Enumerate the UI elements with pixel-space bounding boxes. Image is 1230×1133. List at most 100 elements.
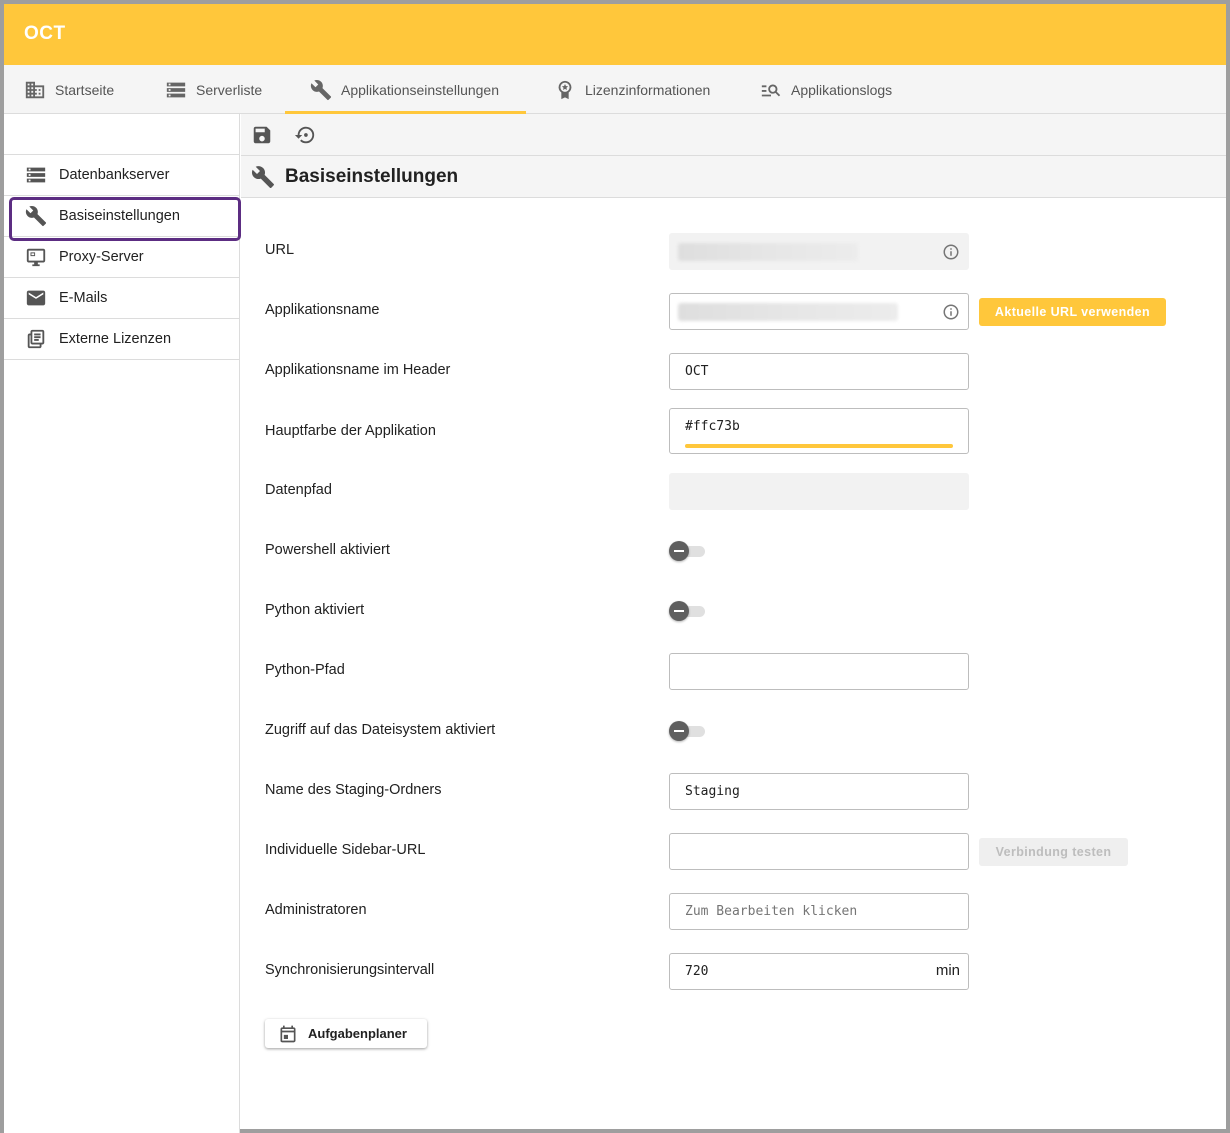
sidebar-item-basiseinstellungen[interactable]: Basiseinstellungen xyxy=(4,196,241,241)
scheduler-button[interactable]: Aufgabenplaner xyxy=(265,1019,427,1048)
document-icon xyxy=(27,329,45,349)
toggle-knob xyxy=(669,601,689,621)
sync-row: Synchronisierungsintervall min xyxy=(265,953,1205,990)
tab-lizenzinformationen[interactable]: Lizenzinformationen xyxy=(554,65,710,114)
data-path-label: Datenpfad xyxy=(265,482,332,498)
data-path-row: Datenpfad xyxy=(265,473,1205,510)
url-field[interactable] xyxy=(669,233,969,270)
python-path-row: Python-Pfad xyxy=(265,653,1205,690)
main-color-input[interactable] xyxy=(670,409,968,443)
python-path-field[interactable] xyxy=(669,653,969,690)
fs-access-toggle[interactable] xyxy=(669,721,707,741)
admins-input[interactable] xyxy=(670,894,968,929)
toggle-knob xyxy=(669,541,689,561)
admins-label: Administratoren xyxy=(265,902,367,918)
header-name-field[interactable] xyxy=(669,353,969,390)
main-color-row: Hauptfarbe der Applikation xyxy=(265,408,1205,454)
log-search-icon xyxy=(761,84,781,96)
tab-applikationslogs[interactable]: Applikationslogs xyxy=(760,65,892,114)
wrench-icon xyxy=(310,79,332,100)
section-title: Basiseinstellungen xyxy=(285,165,459,187)
powershell-row: Powershell aktiviert xyxy=(265,533,1205,569)
sidebar-url-field[interactable] xyxy=(669,833,969,870)
python-path-input[interactable] xyxy=(670,654,968,689)
reset-button[interactable] xyxy=(293,123,317,147)
staging-input[interactable] xyxy=(670,774,968,809)
server-list-icon xyxy=(166,82,186,97)
python-path-label: Python-Pfad xyxy=(265,662,345,678)
save-button[interactable] xyxy=(250,123,274,147)
staging-row: Name des Staging-Ordners xyxy=(265,773,1205,810)
section-header: Basiseinstellungen xyxy=(241,156,1226,198)
sync-field[interactable]: min xyxy=(669,953,969,990)
tab-label: Applikationseinstellungen xyxy=(341,81,499,98)
url-row: URL xyxy=(265,233,1205,270)
settings-toolbar xyxy=(241,114,1226,156)
save-icon xyxy=(253,126,271,144)
tab-label: Serverliste xyxy=(196,81,263,98)
info-icon[interactable] xyxy=(942,243,960,261)
powershell-label: Powershell aktiviert xyxy=(265,542,390,558)
redacted-value xyxy=(678,303,898,321)
color-preview-bar xyxy=(685,444,953,448)
tab-label: Applikationslogs xyxy=(791,81,893,98)
sidebar-item-datenbankserver[interactable]: Datenbankserver xyxy=(4,155,239,196)
sidebar-item-label: Proxy-Server xyxy=(59,249,144,265)
tab-applikationseinstellungen[interactable]: Applikationseinstellungen xyxy=(310,65,499,114)
powershell-toggle[interactable] xyxy=(669,541,707,561)
fs-access-label: Zugriff auf das Dateisystem aktiviert xyxy=(265,722,496,738)
python-toggle[interactable] xyxy=(669,601,707,621)
sidebar-url-label: Individuelle Sidebar-URL xyxy=(265,842,426,858)
sync-input[interactable] xyxy=(670,954,968,989)
admins-field[interactable] xyxy=(669,893,969,930)
sidebar-spacer xyxy=(4,114,239,155)
sidebar-item-label: Basiseinstellungen xyxy=(59,208,180,224)
sidebar-item-proxy-server[interactable]: Proxy-Server xyxy=(4,237,239,278)
main-color-label: Hauptfarbe der Applikation xyxy=(265,423,436,439)
tab-startseite[interactable]: Startseite xyxy=(24,65,114,114)
proxy-monitor-icon xyxy=(26,248,46,267)
sidebar-item-externe-lizenzen[interactable]: Externe Lizenzen xyxy=(4,319,239,360)
sync-label: Synchronisierungsintervall xyxy=(265,962,435,978)
app-title: OCT xyxy=(24,23,66,44)
wrench-icon xyxy=(25,206,47,227)
main-color-field[interactable] xyxy=(669,408,969,454)
sidebar-item-e-mails[interactable]: E-Mails xyxy=(4,278,239,319)
toggle-knob xyxy=(669,721,689,741)
app-name-label: Applikationsname xyxy=(265,302,380,318)
use-current-url-button[interactable]: Aktuelle URL verwenden xyxy=(979,298,1166,326)
sidebar-item-label: Externe Lizenzen xyxy=(59,331,172,347)
tab-label: Startseite xyxy=(55,81,115,98)
data-path-input xyxy=(670,474,968,509)
sidebar-url-row: Individuelle Sidebar-URL Verbindung test… xyxy=(265,833,1205,870)
staging-field[interactable] xyxy=(669,773,969,810)
app-name-field[interactable] xyxy=(669,293,969,330)
tab-label: Lizenzinformationen xyxy=(585,81,711,98)
test-connection-button[interactable]: Verbindung testen xyxy=(979,838,1128,866)
sync-unit: min xyxy=(935,962,960,979)
tab-serverliste[interactable]: Serverliste xyxy=(165,65,262,114)
app-window: OCT Startseite Serverliste Applikationse… xyxy=(0,0,1230,1133)
wrench-icon xyxy=(251,165,274,188)
scheduler-button-label: Aufgabenplaner xyxy=(308,1026,407,1041)
mail-icon xyxy=(26,290,46,306)
settings-sidebar: Datenbankserver Basiseinstellungen Proxy… xyxy=(4,114,241,1133)
fs-access-row: Zugriff auf das Dateisystem aktiviert xyxy=(265,713,1205,749)
staging-label: Name des Staging-Ordners xyxy=(265,782,442,798)
building-icon xyxy=(25,81,45,98)
info-icon[interactable] xyxy=(942,303,960,321)
database-server-icon xyxy=(26,167,46,183)
redacted-value xyxy=(678,243,858,261)
license-badge-icon xyxy=(558,80,572,99)
app-header: OCT xyxy=(4,4,1226,65)
header-name-input[interactable] xyxy=(670,354,968,389)
main-tabs: Startseite Serverliste Applikationseinst… xyxy=(4,65,1226,114)
header-name-row: Applikationsname im Header xyxy=(265,353,1205,390)
header-name-label: Applikationsname im Header xyxy=(265,362,451,378)
admins-row: Administratoren xyxy=(265,893,1205,930)
python-row: Python aktiviert xyxy=(265,593,1205,629)
data-path-field xyxy=(669,473,969,510)
sidebar-url-input[interactable] xyxy=(670,834,968,869)
restore-icon xyxy=(294,126,315,144)
url-label: URL xyxy=(265,242,295,258)
